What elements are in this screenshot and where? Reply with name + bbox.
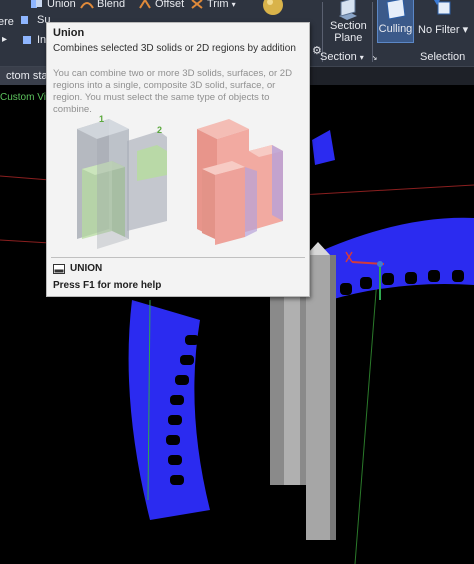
offset-icon bbox=[139, 0, 151, 9]
expand-icon[interactable]: ▸ bbox=[2, 34, 7, 45]
smooth-object-icon bbox=[263, 0, 283, 15]
intersect-icon bbox=[23, 36, 31, 44]
command-line-icon bbox=[53, 263, 65, 274]
culling-icon bbox=[385, 0, 406, 20]
union-result-image bbox=[197, 119, 283, 245]
section-plane-label-1: Section bbox=[330, 20, 367, 32]
blend-icon bbox=[80, 2, 94, 9]
offset-label: Offset bbox=[155, 0, 185, 10]
label-1: 1 bbox=[99, 114, 104, 124]
tooltip-separator bbox=[51, 257, 305, 258]
solid-box[interactable] bbox=[306, 255, 330, 540]
panel-section-label[interactable]: Section ▾ ↘ bbox=[320, 51, 378, 63]
subtract-icon bbox=[21, 16, 28, 24]
chevron-down-icon: ▾ bbox=[462, 24, 469, 36]
blend-label: Blend bbox=[97, 0, 126, 10]
trim-icon bbox=[191, 0, 203, 9]
section-plane-button[interactable]: Section Plane bbox=[330, 0, 367, 44]
smooth-object-button[interactable] bbox=[262, 0, 284, 16]
tooltip-help: Press F1 for more help bbox=[53, 280, 162, 291]
separate-solids-image bbox=[77, 119, 167, 249]
trim-label: Trim bbox=[207, 0, 229, 10]
blend-button[interactable]: Blend bbox=[80, 0, 125, 10]
sphere-button[interactable]: ere bbox=[0, 16, 14, 28]
filter-icon bbox=[434, 0, 451, 15]
view-label[interactable]: Custom Vie bbox=[0, 92, 52, 103]
trim-button[interactable]: Trim ▾ bbox=[190, 0, 236, 10]
no-filter-button[interactable]: No Filter ▾ bbox=[418, 0, 468, 36]
separator bbox=[372, 2, 373, 62]
union-label: Union bbox=[47, 0, 76, 10]
sphere-label: ere bbox=[0, 16, 14, 28]
tooltip-subtitle: Combines selected 3D solids or 2D region… bbox=[53, 43, 296, 54]
no-filter-label: No Filter ▾ bbox=[418, 24, 469, 36]
label-2: 2 bbox=[157, 125, 162, 135]
tooltip-description: You can combine two or more 3D solids, s… bbox=[53, 68, 293, 115]
culling-label: Culling bbox=[378, 23, 413, 35]
tooltip-command: UNION bbox=[53, 263, 102, 274]
tooltip-title: Union bbox=[53, 27, 85, 39]
union-icon bbox=[31, 0, 42, 8]
section-plane-icon bbox=[339, 0, 358, 20]
gear-ring[interactable] bbox=[128, 300, 210, 520]
culling-button[interactable]: Culling bbox=[377, 0, 414, 43]
union-button[interactable]: Union bbox=[30, 0, 76, 10]
union-tooltip: Union Combines selected 3D solids or 2D … bbox=[46, 22, 310, 297]
chevron-down-icon: ▾ bbox=[231, 0, 236, 9]
section-plane-label-2: Plane bbox=[334, 32, 363, 44]
panel-selection-label: Selection bbox=[420, 51, 466, 63]
offset-button[interactable]: Offset bbox=[138, 0, 184, 10]
chevron-down-icon: ▾ bbox=[359, 53, 364, 62]
union-illustration: 1 2 bbox=[77, 114, 283, 249]
command-name: UNION bbox=[70, 263, 103, 274]
intersect-button[interactable]: Int bbox=[20, 34, 49, 46]
